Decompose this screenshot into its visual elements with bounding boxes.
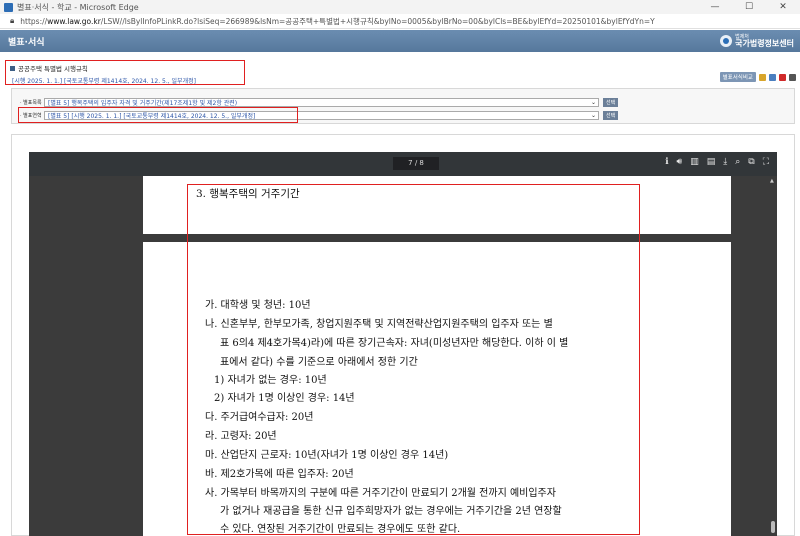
pdf-scrollbar[interactable]: ▲ [769,176,777,536]
url-text[interactable]: https://www.law.go.kr/LSW//lsBylInfoPLin… [20,16,654,27]
document-line: 나. 신혼부부, 한부모가족, 창업지원주택 및 지역전략산업지원주택의 입주자… [205,319,553,330]
minimize-button[interactable]: — [698,2,732,12]
hwp-file-icon[interactable] [769,73,776,81]
document-line: 2) 자녀가 1명 이상인 경우: 14년 [214,393,355,404]
close-button[interactable]: ✕ [766,2,800,12]
pages-icon[interactable]: ▤ [707,157,716,167]
tool-icons: 별표서식비교 [719,72,796,82]
document-line: 라. 고령자: 20년 [205,431,277,442]
window-title: 별표·서식 - 학교 - Microsoft Edge [17,2,139,12]
page-title: 별표·서식 [8,37,45,48]
scrollbar-thumb[interactable] [771,521,775,533]
app-icon [4,2,13,12]
document-line: 가. 대학생 및 청년: 10년 [205,300,311,311]
address-bar[interactable]: 🔒︎ https://www.law.go.kr/LSW//lsBylInfoP… [0,14,800,29]
pdf-page-previous [143,176,731,234]
lock-icon[interactable]: 🔒︎ [10,16,14,26]
pdf-file-icon[interactable] [779,73,786,81]
scroll-up-icon[interactable]: ▲ [770,178,774,184]
document-line: 가 없거나 재공급을 통한 신규 입주희망자가 없는 경우에는 거주기간을 2년… [220,506,562,517]
law-effective-info: [시행 2025. 1. 1.] [국토교통부령 제1414호, 2024. 1… [12,78,196,85]
version-select[interactable]: [별표 5] [시행 2025. 1. 1.] [국토교통부령 제1414호, … [44,111,599,120]
list-select[interactable]: [별표 5] 행복주택의 입주자 자격 및 거주기간(제17조제1항 및 제2항… [44,98,599,107]
search-icon[interactable]: ⌕ [735,157,740,167]
save-icon[interactable]: ⤓ [723,157,727,167]
download-icon[interactable] [759,73,766,81]
chevron-down-icon: ⌄ [590,112,596,119]
view-mode-icon[interactable]: ▥ [690,157,699,167]
bullet-square-icon [10,65,15,71]
print-icon[interactable] [789,73,796,81]
law-name: 공공주택 특별법 시행규칙 [18,65,88,73]
maximize-button[interactable]: ☐ [732,2,766,12]
law-title-box: 공공주택 특별법 시행규칙 [시행 2025. 1. 1.] [국토교통부령 제… [5,60,245,85]
info-icon[interactable]: ℹ [665,157,668,167]
logo-big-text: 국가법령정보센터 [735,38,794,48]
document-line: 표 6의4 제4호가목4)라)에 따른 장기근속자: 자녀(미성년자만 해당한다… [220,338,569,349]
url-path: /LSW//lsBylInfoPLinkR.do?lsiSeq=266989&l… [100,16,655,26]
chevron-down-icon: ⌄ [590,99,596,106]
list-select-value: [별표 5] 행복주택의 입주자 자격 및 거주기간(제17조제1항 및 제2항… [48,100,238,107]
url-prefix: https:// [20,16,48,26]
pip-icon[interactable]: ⧉ [748,157,754,167]
page-indicator[interactable]: 7 / 8 [393,157,439,170]
version-label: · 별표연혁 [20,113,42,119]
window-titlebar: 별표·서식 - 학교 - Microsoft Edge — ☐ ✕ [0,0,800,14]
compare-button[interactable]: 별표서식비교 [719,72,756,82]
url-host: www.law.go.kr [47,16,101,26]
document-line: 표에서 같다) 수를 기준으로 아래에서 정한 기간 [220,357,418,368]
document-heading: 3. 행복주택의 거주기간 [196,188,300,200]
pdf-toolbar: 7 / 8 ℹ 🔊︎ ▥ ▤ ⤓ ⌕ ⧉ ⛶ [29,152,777,176]
site-logo[interactable]: 법제처 국가법령정보센터 [720,34,794,48]
version-selector-row: · 별표연혁 [별표 5] [시행 2025. 1. 1.] [국토교통부령 제… [12,110,794,121]
list-select-button[interactable]: 선택 [603,98,619,107]
document-line: 사. 가목부터 바목까지의 구분에 따른 거주기간이 만료되기 2개월 전까지 … [205,488,556,499]
document-line: 1) 자녀가 없는 경우: 10년 [214,375,327,386]
read-aloud-icon[interactable]: 🔊︎ [677,157,683,167]
fullscreen-icon[interactable]: ⛶ [763,157,769,167]
version-select-button[interactable]: 선택 [603,111,619,120]
document-line: 바. 제2호가목에 따른 입주자: 20년 [205,469,354,480]
document-line: 수 있다. 연장된 거주기간이 만료되는 경우에도 또한 같다. [220,524,461,535]
version-select-value: [별표 5] [시행 2025. 1. 1.] [국토교통부령 제1414호, … [48,113,256,120]
logo-emblem-icon [720,35,733,47]
site-header: 별표·서식 법제처 국가법령정보센터 [0,30,800,52]
list-label: · 별표목록 [20,100,42,106]
selector-panel: · 별표목록 [별표 5] 행복주택의 입주자 자격 및 거주기간(제17조제1… [11,88,795,124]
document-line: 다. 주거급여수급자: 20년 [205,412,314,423]
document-line: 마. 산업단지 근로자: 10년(자녀가 1명 이상인 경우 14년) [205,450,449,461]
pdf-tools: ℹ 🔊︎ ▥ ▤ ⤓ ⌕ ⧉ ⛶ [665,157,769,167]
list-selector-row: · 별표목록 [별표 5] 행복주택의 입주자 자격 및 거주기간(제17조제1… [12,97,794,108]
window-controls: — ☐ ✕ [698,2,800,12]
